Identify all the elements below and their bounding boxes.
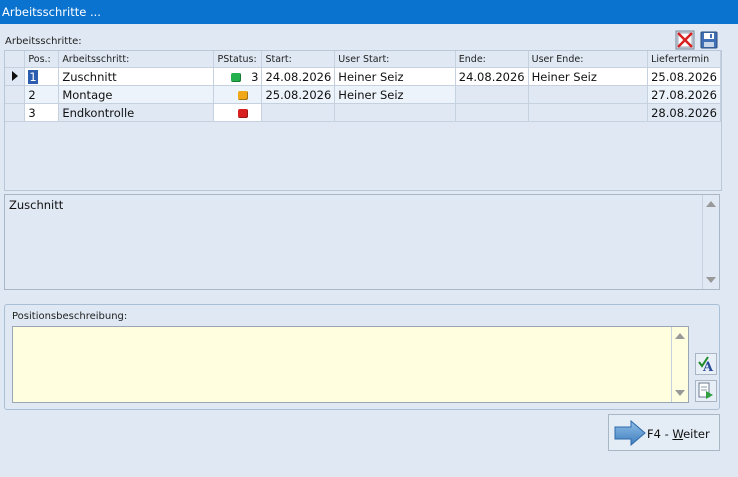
spellcheck-icon: A [698,356,714,375]
cell-delivery[interactable]: 25.08.2026 [647,67,721,86]
cell-user-start[interactable] [334,103,456,122]
title-bar: Arbeitsschritte ... [0,0,738,24]
row-indicator-cell[interactable] [5,85,26,104]
cell-end[interactable] [455,103,529,122]
position-description-scrollbar[interactable] [671,327,688,402]
col-header-user-start[interactable]: User Start: [334,51,456,68]
col-header-pstatus[interactable]: PStatus: [213,51,263,68]
status-count: 3 [251,69,259,84]
steps-grid[interactable]: Pos.: Arbeitsschritt: PStatus: Start: Us… [4,50,722,191]
position-description-label: Positionsbeschreibung: [12,311,128,322]
section-label: Arbeitsschritte: [5,36,82,47]
insert-text-icon [698,382,713,399]
cell-user-start[interactable]: Heiner Seiz [334,67,456,86]
table-row[interactable]: 3 Endkontrolle 28.08.2026 [5,103,721,122]
col-header-end[interactable]: Ende: [455,51,529,68]
status-green-icon [231,72,242,82]
grid-header-row: Pos.: Arbeitsschritt: PStatus: Start: Us… [5,51,721,68]
indicator-header [5,51,26,68]
weiter-mnemonic: W [672,427,684,441]
step-memo-scrollbar[interactable] [702,195,719,289]
current-row-arrow-icon [11,70,18,81]
cell-end[interactable]: 24.08.2026 [455,67,529,86]
cell-user-end[interactable] [528,103,649,122]
row-indicator-cell[interactable] [5,67,26,86]
cell-start[interactable]: 25.08.2026 [261,85,336,104]
weiter-key: F4 - [647,427,673,441]
delete-x-icon[interactable] [675,30,695,50]
step-memo-text: Zuschnitt [9,198,64,212]
cell-pos[interactable]: 3 [24,103,60,122]
col-header-start[interactable]: Start: [261,51,336,68]
table-row[interactable]: 2 Montage 25.08.2026 Heiner Seiz 27.08.2… [5,85,721,104]
scroll-down-icon[interactable] [675,390,685,396]
cell-delivery[interactable]: 28.08.2026 [647,103,721,122]
step-memo[interactable]: Zuschnitt [4,194,720,290]
col-header-delivery[interactable]: Liefertermin [647,51,721,68]
cell-step[interactable]: Zuschnitt [58,67,215,86]
cell-start[interactable] [261,103,336,122]
spellcheck-button[interactable]: A [695,353,717,375]
arrow-right-icon [614,420,646,446]
scroll-down-icon[interactable] [706,277,716,283]
cell-pstatus[interactable] [213,85,263,104]
col-header-step[interactable]: Arbeitsschritt: [58,51,215,68]
floppy-disk-icon[interactable] [699,30,719,50]
col-header-user-end[interactable]: User Ende: [528,51,649,68]
weiter-button[interactable]: F4 - Weiter [608,414,720,451]
weiter-rest: eiter [683,427,710,441]
window-title: Arbeitsschritte ... [2,5,101,19]
table-row[interactable]: 1 Zuschnitt 3 24.08.2026 Heiner Seiz 24.… [5,67,721,86]
cell-pstatus[interactable] [213,103,263,122]
cell-user-end[interactable]: Heiner Seiz [528,67,649,86]
cell-delivery[interactable]: 27.08.2026 [647,85,721,104]
cell-pos[interactable]: 1 [24,67,60,86]
scroll-up-icon[interactable] [675,333,685,339]
status-yellow-icon [238,90,249,100]
cell-pos[interactable]: 2 [24,85,60,104]
position-description-group: Positionsbeschreibung: A [4,304,720,410]
cell-step[interactable]: Endkontrolle [58,103,215,122]
cell-step[interactable]: Montage [58,85,215,104]
cell-user-start[interactable]: Heiner Seiz [334,85,456,104]
position-description-input[interactable] [12,326,689,403]
insert-text-button[interactable] [695,380,717,402]
cell-pstatus[interactable]: 3 [213,67,263,86]
status-red-icon [238,108,249,118]
cell-end[interactable] [455,85,529,104]
weiter-label: F4 - Weiter [647,427,710,441]
cell-user-end[interactable] [528,85,649,104]
cell-start[interactable]: 24.08.2026 [261,67,336,86]
row-indicator-cell[interactable] [5,103,26,122]
pos-value: 1 [28,69,38,84]
col-header-pos[interactable]: Pos.: [24,51,60,68]
scroll-up-icon[interactable] [706,201,716,207]
